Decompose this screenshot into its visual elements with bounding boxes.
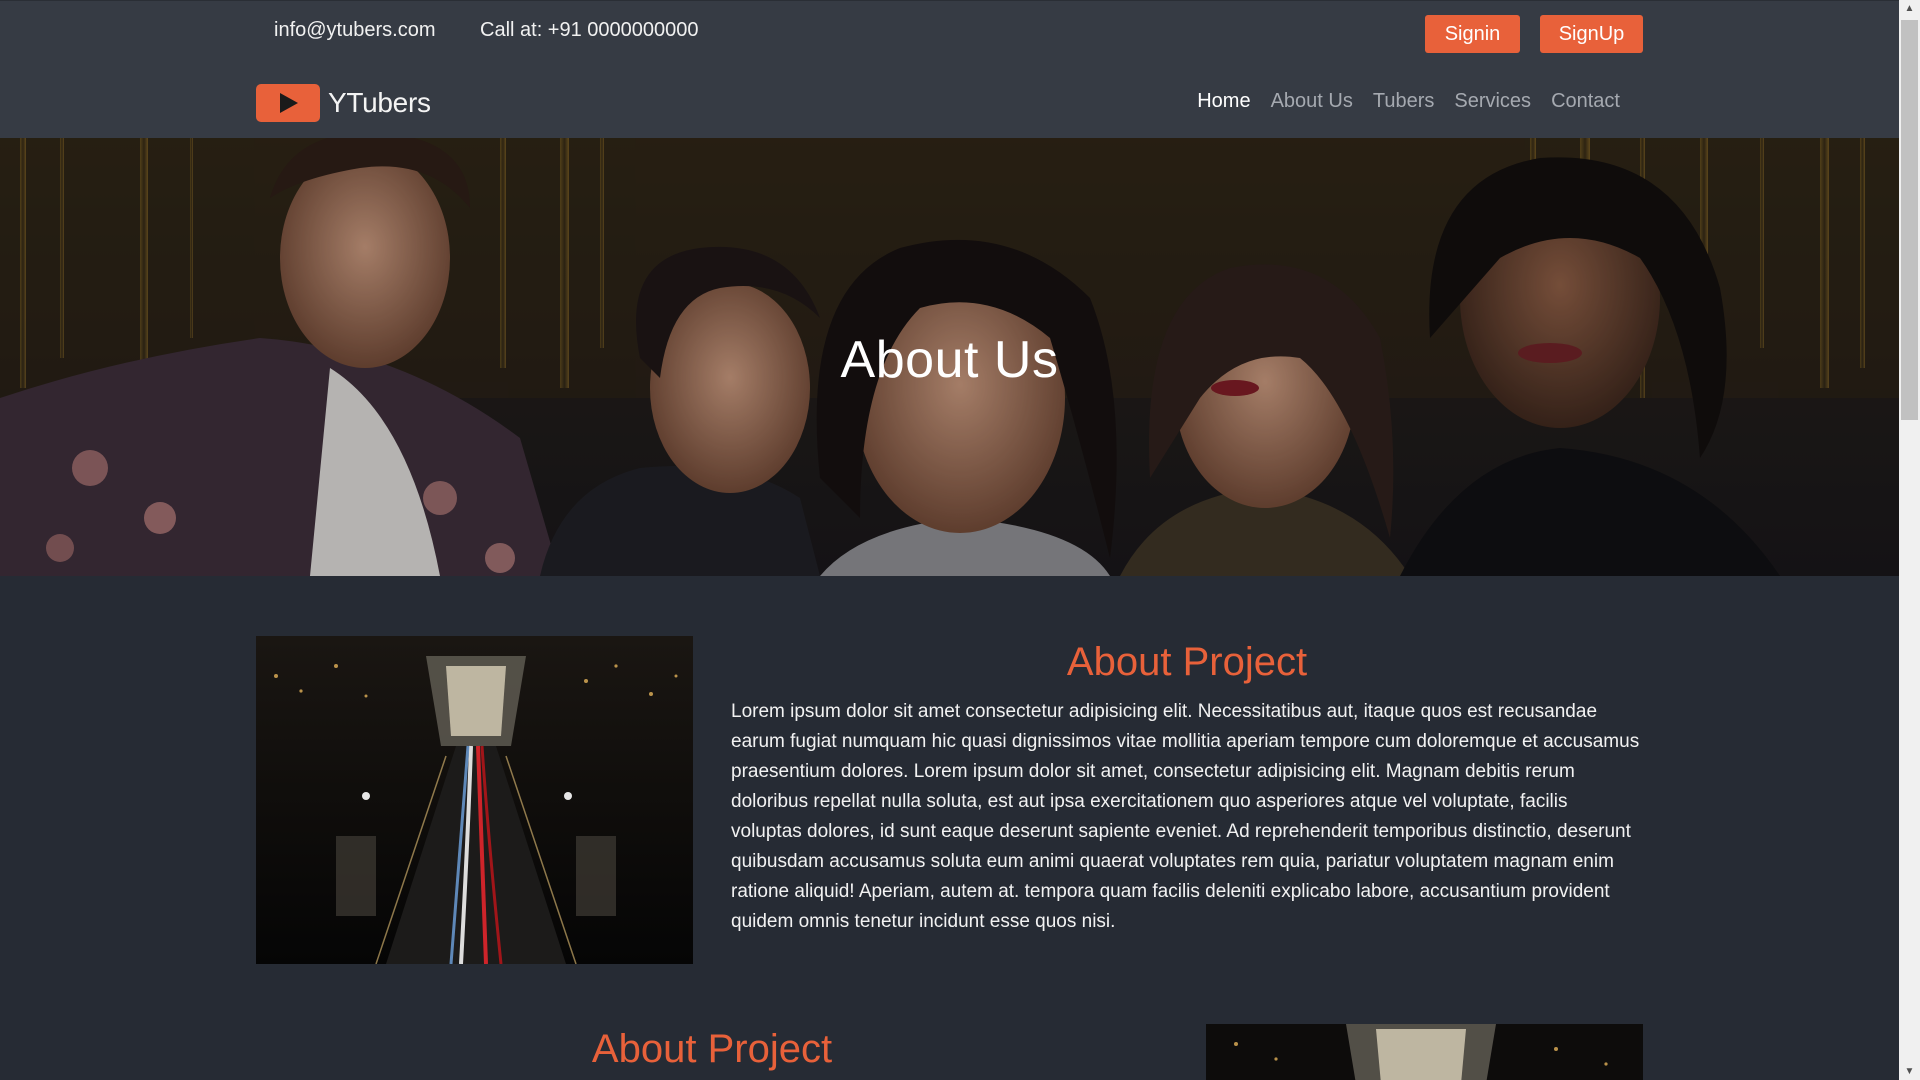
about-project-image [256, 636, 693, 964]
about-project-image-2 [1206, 1024, 1643, 1080]
signup-button[interactable]: SignUp [1540, 15, 1643, 53]
main-navbar: YTubers Home About Us Tubers Services Co… [0, 63, 1899, 138]
play-icon [256, 84, 320, 122]
contact-phone: Call at: +91 0000000000 [480, 19, 699, 41]
nav-links: Home About Us Tubers Services Contact [1197, 90, 1620, 113]
hero-title: About Us [840, 331, 1059, 389]
signin-button[interactable]: Signin [1425, 15, 1520, 53]
nav-contact[interactable]: Contact [1551, 90, 1620, 113]
top-contact-bar: info@ytubers.com Call at: +91 0000000000… [0, 0, 1899, 63]
scrollbar-thumb[interactable] [1901, 20, 1918, 420]
hero-banner: About Us [0, 138, 1899, 576]
page-scrollbar[interactable]: ▲ ▼ [1899, 0, 1920, 1080]
brand-name: YTubers [328, 87, 431, 118]
brand-logo[interactable]: YTubers [256, 84, 431, 122]
nav-tubers[interactable]: Tubers [1373, 90, 1435, 113]
about-project-title-2: About Project [591, 1027, 833, 1071]
about-project-title: About Project [1066, 640, 1308, 684]
page: info@ytubers.com Call at: +91 0000000000… [0, 0, 1920, 1080]
about-project-text: Lorem ipsum dolor sit amet consectetur a… [731, 701, 1640, 932]
nav-home[interactable]: Home [1197, 90, 1250, 113]
contact-email[interactable]: info@ytubers.com [274, 19, 435, 42]
arrow-down-icon[interactable]: ▼ [1899, 1063, 1920, 1080]
nav-about-us[interactable]: About Us [1271, 90, 1353, 113]
arrow-up-icon[interactable]: ▲ [1899, 0, 1920, 17]
nav-services[interactable]: Services [1454, 90, 1531, 113]
